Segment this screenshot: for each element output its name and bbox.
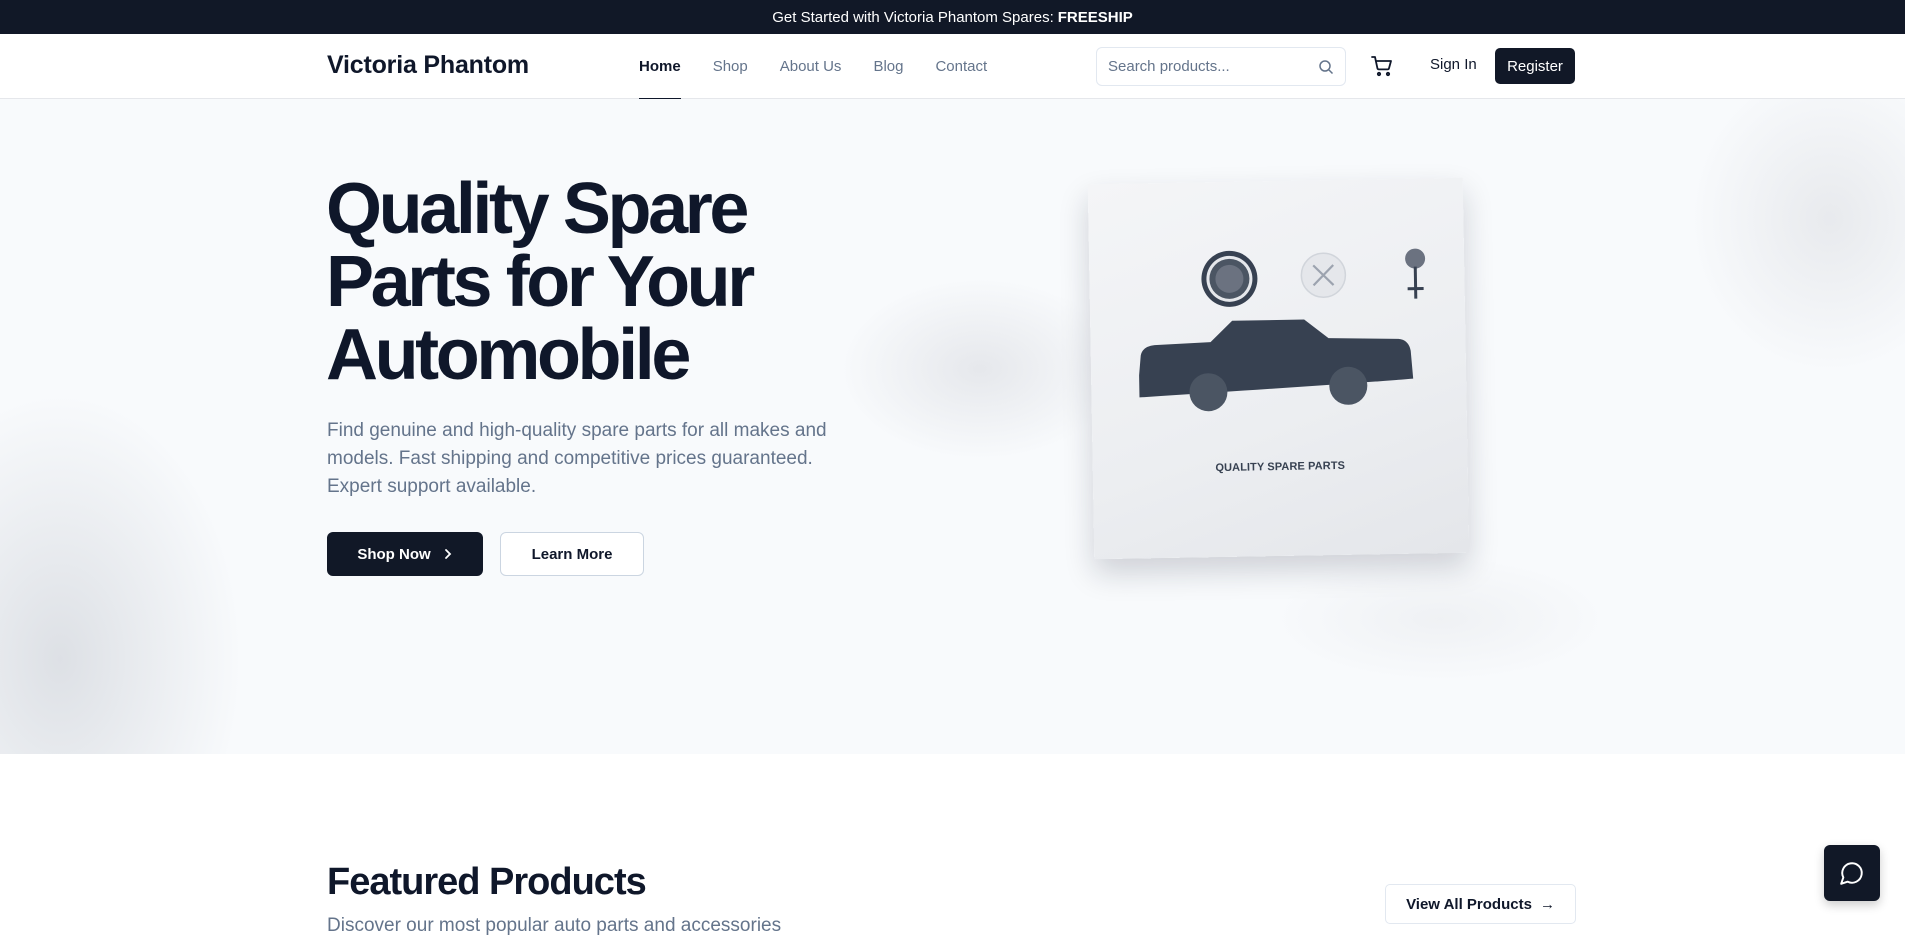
- hero-subtitle: Find genuine and high-quality spare part…: [327, 417, 847, 501]
- view-all-label: View All Products: [1406, 896, 1532, 913]
- nav-contact[interactable]: Contact: [935, 34, 987, 99]
- featured-products-subtitle: Discover our most popular auto parts and…: [327, 915, 781, 937]
- hero-illustration-card: QUALITY SPARE PARTS: [1088, 178, 1469, 559]
- featured-products-title: Featured Products: [327, 861, 646, 904]
- shop-now-button[interactable]: Shop Now: [327, 532, 483, 576]
- car-silhouette-icon: [1138, 318, 1414, 413]
- site-header: Victoria Phantom Home Shop About Us Blog…: [0, 34, 1905, 99]
- nav-blog[interactable]: Blog: [873, 34, 903, 99]
- view-all-products-button[interactable]: View All Products →: [1385, 884, 1576, 924]
- search-input[interactable]: [1108, 58, 1318, 75]
- arrow-right-icon: →: [1540, 896, 1555, 913]
- promo-banner: Get Started with Victoria Phantom Spares…: [0, 0, 1905, 34]
- learn-more-button[interactable]: Learn More: [500, 532, 644, 576]
- main-nav: Home Shop About Us Blog Contact: [639, 34, 987, 99]
- promo-text: Get Started with Victoria Phantom Spares…: [772, 9, 1054, 26]
- tire-icon: [1201, 250, 1258, 307]
- nav-home[interactable]: Home: [639, 34, 681, 99]
- chat-button[interactable]: [1824, 845, 1880, 901]
- cart-icon[interactable]: [1370, 54, 1394, 78]
- search-icon[interactable]: [1318, 59, 1334, 75]
- car-parts-illustration: [1088, 178, 1469, 559]
- gear-shifter-icon: [1405, 248, 1426, 298]
- brand-logo[interactable]: Victoria Phantom: [327, 51, 529, 80]
- promo-code: FREESHIP: [1058, 9, 1133, 26]
- nav-shop[interactable]: Shop: [713, 34, 748, 99]
- chevron-right-icon: [443, 548, 453, 560]
- chat-bubble-icon: [1839, 860, 1865, 886]
- sign-in-link[interactable]: Sign In: [1430, 56, 1477, 73]
- hero-section: Quality Spare Parts for Your Automobile …: [0, 99, 1905, 754]
- hero-title: Quality Spare Parts for Your Automobile: [326, 173, 846, 392]
- register-button[interactable]: Register: [1495, 48, 1575, 84]
- nav-about-us[interactable]: About Us: [780, 34, 842, 99]
- wrench-cross-icon: [1301, 253, 1346, 298]
- shop-now-label: Shop Now: [357, 546, 430, 563]
- search-box: [1096, 47, 1346, 86]
